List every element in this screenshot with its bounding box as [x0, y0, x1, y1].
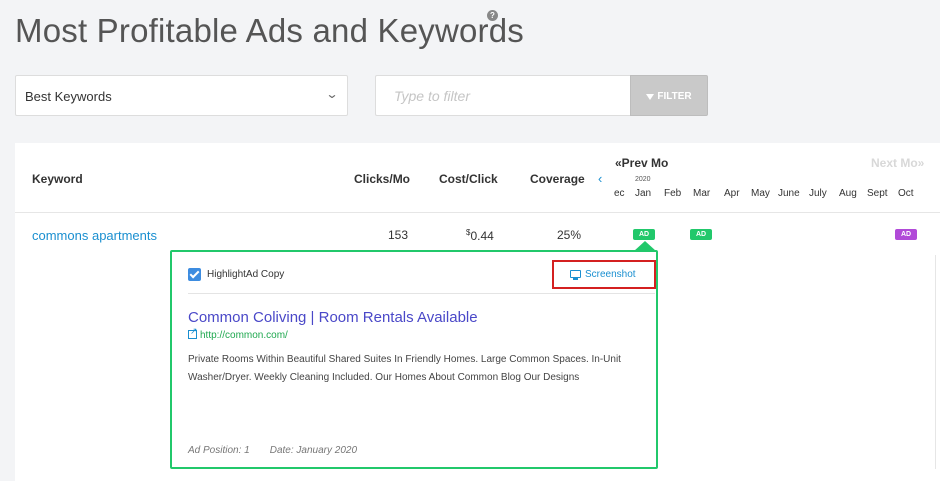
ad-badge-oct[interactable]: AD	[895, 229, 917, 240]
screenshot-label: Screenshot	[585, 269, 636, 280]
ad-url[interactable]: http://common.com/	[188, 326, 288, 341]
ad-date: Date: January 2020	[269, 445, 357, 456]
month-dec: ec	[614, 188, 625, 199]
screenshot-button[interactable]: Screenshot	[552, 260, 656, 289]
cost-value: 0.44	[470, 229, 494, 243]
monitor-icon	[570, 270, 581, 280]
header-keyword: Keyword	[32, 172, 83, 186]
clicks-cell: 153	[388, 228, 409, 242]
select-value: Best Keywords	[25, 89, 112, 104]
month-may: May	[751, 188, 770, 199]
header-clicks: Clicks/Mo	[354, 172, 411, 186]
month-apr: Apr	[724, 188, 740, 199]
prev-month-button[interactable]: «Prev Mo	[615, 156, 668, 170]
month-aug: Aug	[839, 188, 857, 199]
month-feb: Feb	[664, 188, 682, 199]
cost-cell: $0.44	[466, 228, 494, 243]
ad-badge-jan[interactable]: AD	[633, 229, 655, 240]
next-month-button[interactable]: Next Mo»	[871, 156, 924, 170]
keywords-table: Keyword Clicks/Mo Cost/Click Coverage «P…	[15, 143, 940, 481]
keyword-type-select[interactable]: Best Keywords ⌄	[15, 75, 348, 116]
ad-badge-mar[interactable]: AD	[690, 229, 712, 240]
right-panel-edge	[935, 255, 940, 469]
funnel-icon	[646, 94, 655, 100]
ad-copy-popup: HighlightAd Copy Screenshot Common Coliv…	[170, 250, 658, 469]
external-link-icon	[188, 326, 198, 339]
keyword-link[interactable]: commons apartments	[32, 228, 157, 243]
highlight-checkbox[interactable]	[188, 268, 201, 281]
ad-description: Private Rooms Within Beautiful Shared Su…	[188, 354, 621, 383]
filter-button[interactable]: FILTER	[630, 75, 708, 116]
popup-separator	[188, 293, 655, 294]
highlight-checkbox-label[interactable]: HighlightAd Copy	[207, 269, 284, 280]
chevron-left-icon[interactable]: ‹	[598, 171, 602, 186]
month-jan: Jan	[635, 188, 652, 199]
month-june: June	[778, 188, 800, 199]
month-sept: Sept	[867, 188, 888, 199]
month-july: July	[809, 188, 827, 199]
header-coverage: Coverage	[530, 172, 585, 186]
ad-position: Ad Position: 1	[188, 445, 250, 456]
year-label: 2020	[635, 176, 651, 183]
ad-meta: Ad Position: 1 Date: January 2020	[188, 445, 357, 456]
month-mar: Mar	[693, 188, 711, 199]
page-title: Most Profitable Ads and Keywords	[15, 12, 524, 49]
chevron-down-icon: ⌄	[325, 87, 339, 101]
coverage-cell: 25%	[557, 228, 582, 242]
header-cost: Cost/Click	[439, 172, 498, 186]
filter-button-label: FILTER	[657, 91, 692, 102]
month-oct: Oct	[898, 188, 914, 199]
header-separator	[15, 212, 940, 213]
help-icon[interactable]: ?	[487, 10, 498, 21]
ad-title[interactable]: Common Coliving | Room Rentals Available	[188, 309, 478, 326]
filter-input[interactable]	[375, 75, 631, 116]
ad-url-text: http://common.com/	[200, 330, 288, 341]
